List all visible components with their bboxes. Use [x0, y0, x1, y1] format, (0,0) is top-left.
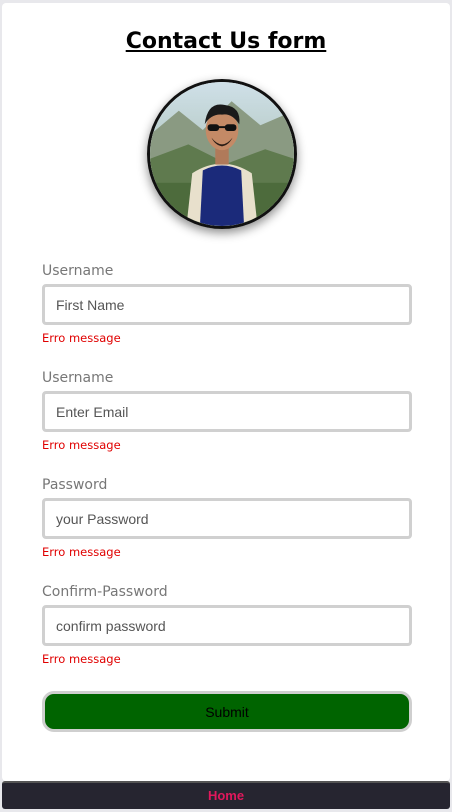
contact-form-card: Contact Us form Username Erro	[2, 3, 450, 781]
first-name-input[interactable]	[42, 284, 412, 325]
submit-button[interactable]: Submit	[42, 691, 412, 732]
password-error: Erro message	[42, 545, 121, 559]
confirm-password-label: Confirm-Password	[42, 584, 168, 600]
profile-photo	[150, 82, 294, 226]
password-label: Password	[42, 477, 108, 493]
confirm-password-input[interactable]	[42, 605, 412, 646]
password-input[interactable]	[42, 498, 412, 539]
bottom-nav: Home	[2, 781, 450, 809]
email-input[interactable]	[42, 391, 412, 432]
home-link[interactable]: Home	[208, 788, 244, 803]
email-error: Erro message	[42, 438, 121, 452]
form-title: Contact Us form	[125, 29, 327, 54]
username-label: Username	[42, 263, 114, 279]
first-name-error: Erro message	[42, 331, 121, 345]
profile-avatar	[147, 79, 297, 229]
email-label: Username	[42, 370, 114, 386]
confirm-password-error: Erro message	[42, 652, 121, 666]
